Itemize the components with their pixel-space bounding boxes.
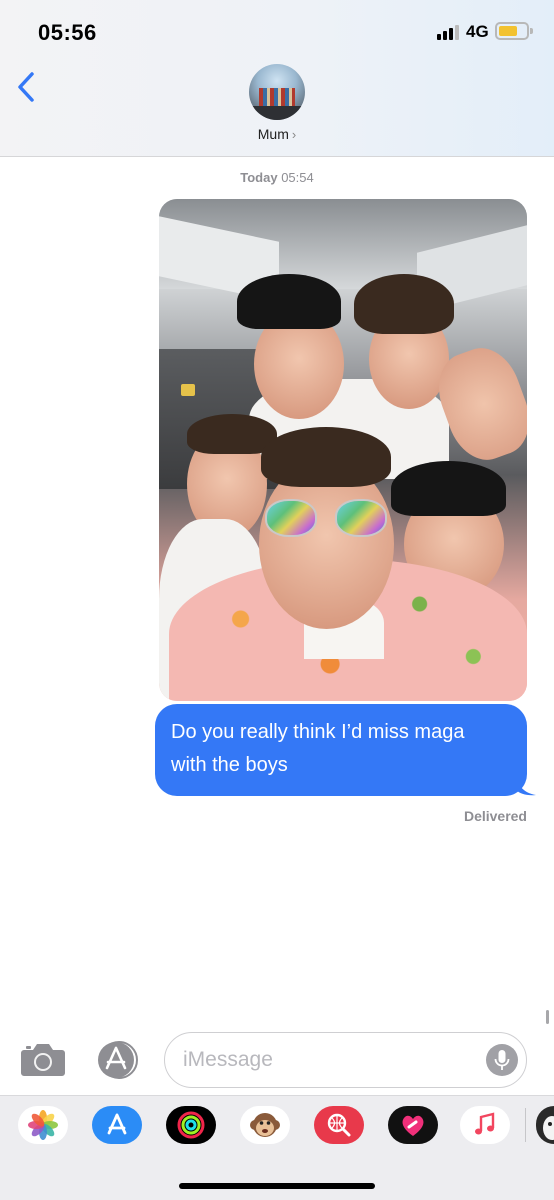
app-store-icon (107, 1113, 127, 1135)
message-line-1: Do you really think I’d miss maga (171, 721, 465, 743)
app-drawer-divider (525, 1108, 526, 1142)
web-search-app-button[interactable] (314, 1106, 364, 1144)
delivery-status: Delivered (463, 808, 527, 824)
scroll-indicator[interactable] (546, 1010, 549, 1024)
app-store-icon (98, 1041, 138, 1079)
microphone-button[interactable] (486, 1044, 518, 1076)
heart-touch-icon (402, 1115, 424, 1136)
timestamp-time: 05:54 (281, 170, 314, 185)
app-store-button[interactable] (94, 1040, 142, 1080)
activity-rings-icon (177, 1111, 205, 1139)
camera-icon (21, 1044, 65, 1076)
imessage-input[interactable]: iMessage (164, 1032, 527, 1088)
network-type: 4G (466, 22, 489, 41)
web-search-icon (327, 1113, 351, 1137)
app-store-app-button[interactable] (92, 1106, 142, 1144)
photos-app-button[interactable] (18, 1106, 68, 1144)
cellular-signal-icon (437, 24, 459, 40)
conversation-header: 05:56 4G Mum › (0, 0, 554, 157)
music-app-button[interactable] (460, 1106, 510, 1144)
digital-touch-app-button[interactable] (388, 1106, 438, 1144)
status-time: 05:56 (38, 20, 97, 45)
input-placeholder: iMessage (183, 1048, 273, 1071)
contact-name: Mum (257, 126, 289, 142)
animoji-app-button[interactable] (240, 1106, 290, 1144)
bubble-tail (516, 776, 536, 796)
photos-icon (28, 1110, 58, 1140)
monkey-icon (250, 1113, 280, 1137)
image-message[interactable] (159, 199, 527, 701)
home-indicator[interactable] (179, 1183, 375, 1189)
contact-avatar[interactable] (249, 64, 305, 120)
camera-button[interactable] (20, 1040, 66, 1078)
message-line-2: with the boys (171, 754, 288, 776)
text-message-bubble[interactable]: Do you really think I’d miss maga with t… (155, 704, 527, 796)
microphone-icon (494, 1050, 510, 1070)
activity-app-button[interactable] (166, 1106, 216, 1144)
message-timestamp: Today 05:54 (0, 170, 554, 185)
music-note-icon (475, 1112, 495, 1135)
timestamp-day: Today (240, 170, 278, 185)
back-button[interactable] (14, 70, 40, 104)
chevron-left-icon (18, 72, 34, 102)
battery-icon (495, 22, 533, 40)
chevron-right-icon: › (291, 127, 297, 142)
contact-name-button[interactable]: Mum › (0, 126, 554, 142)
